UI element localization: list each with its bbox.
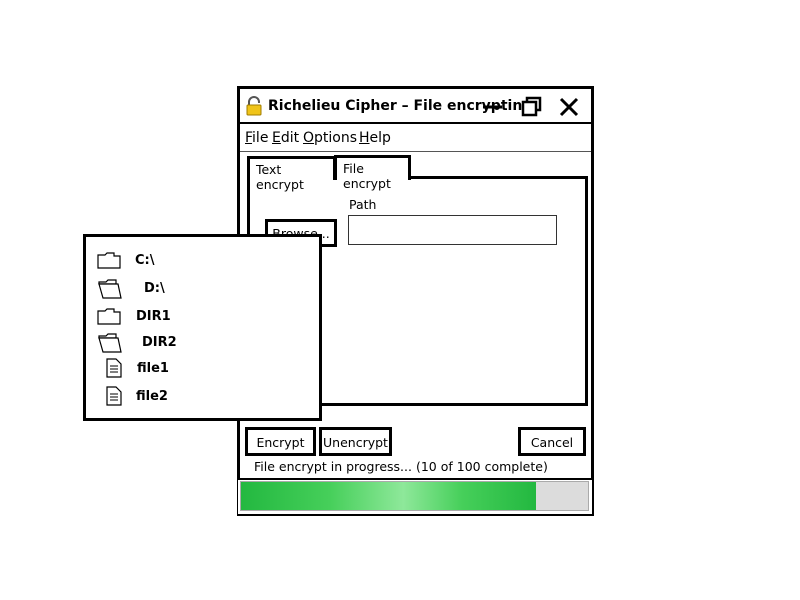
- tree-item-label: D:\: [144, 281, 165, 296]
- file-icon: [105, 358, 123, 382]
- folder-open-icon: [96, 332, 124, 358]
- tree-item-label: file1: [137, 361, 169, 376]
- encrypt-button-label: Encrypt: [256, 435, 305, 450]
- close-icon[interactable]: [558, 96, 580, 118]
- tab-text-encrypt[interactable]: Text encrypt: [247, 156, 336, 192]
- folder-open-icon: [96, 278, 124, 304]
- unencrypt-button-label: Unencrypt: [323, 435, 388, 450]
- padlock-icon: [245, 96, 263, 116]
- cancel-button-label: Cancel: [530, 435, 574, 450]
- file-icon: [105, 386, 123, 410]
- path-label: Path: [349, 197, 377, 212]
- tree-item-file1[interactable]: file1: [96, 358, 246, 380]
- folder-icon: [96, 250, 122, 274]
- tree-item-c-drive[interactable]: C:\: [96, 250, 246, 272]
- tree-item-file2[interactable]: file2: [96, 386, 246, 408]
- menu-help[interactable]: Help: [359, 130, 391, 146]
- menu-options[interactable]: Options: [303, 130, 357, 146]
- encrypt-button[interactable]: Encrypt: [245, 427, 316, 456]
- minimize-icon[interactable]: [482, 97, 504, 117]
- menu-edit[interactable]: Edit: [272, 130, 299, 146]
- cancel-button[interactable]: Cancel: [518, 427, 586, 456]
- restore-icon[interactable]: [521, 96, 543, 118]
- path-input[interactable]: [348, 215, 557, 245]
- status-count: (10 of 100 complete): [415, 459, 548, 474]
- active-tab-joint: [337, 176, 408, 179]
- tree-item-label: C:\: [135, 253, 155, 268]
- tree-item-label: DIR1: [136, 309, 171, 324]
- menu-file[interactable]: File: [245, 130, 268, 146]
- status-text: File encrypt in progress...: [254, 459, 412, 474]
- tree-item-label: file2: [136, 389, 168, 404]
- tree-item-d-drive[interactable]: D:\: [96, 278, 246, 300]
- status-line: File encrypt in progress... (10 of 100 c…: [254, 459, 548, 474]
- unencrypt-button[interactable]: Unencrypt: [319, 427, 392, 456]
- tree-item-dir2[interactable]: DIR2: [96, 332, 246, 354]
- tree-item-dir1[interactable]: DIR1: [96, 306, 246, 328]
- tab-label: Text encrypt: [256, 162, 304, 192]
- tree-item-label: DIR2: [142, 335, 177, 350]
- folder-icon: [96, 306, 122, 330]
- progress-fill: [241, 482, 536, 510]
